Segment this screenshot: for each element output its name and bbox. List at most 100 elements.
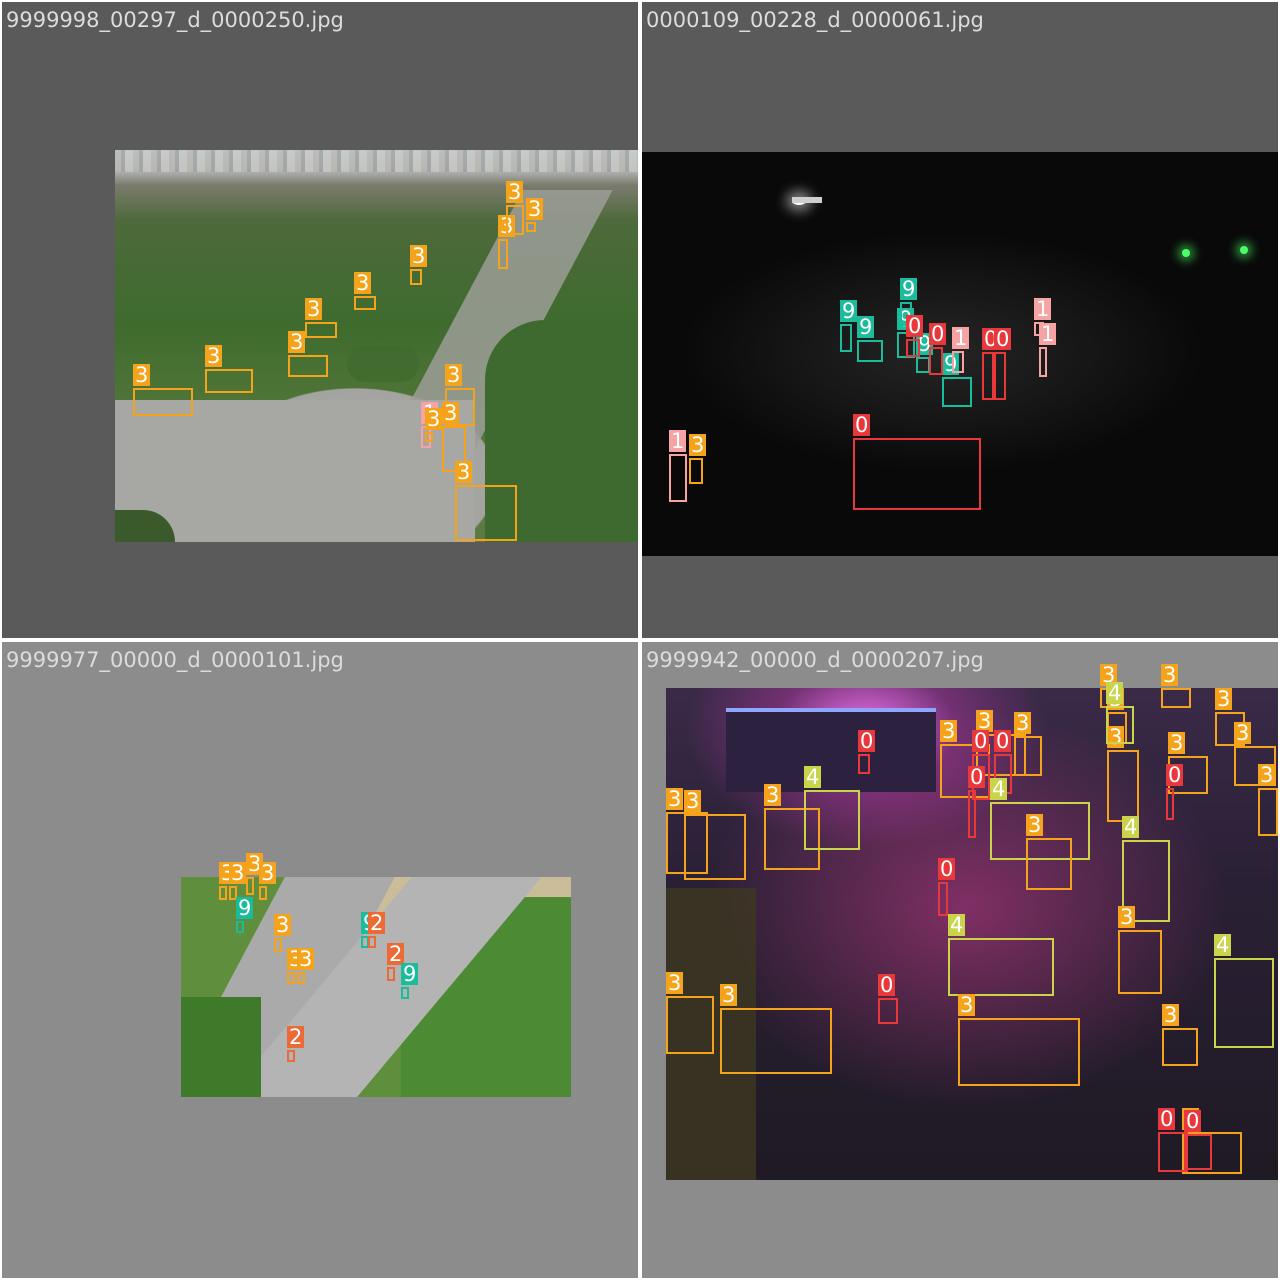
detection-class-label: 3 <box>1161 663 1179 687</box>
detection-box <box>840 324 852 352</box>
detection-box <box>526 222 536 232</box>
detection-box <box>689 458 703 484</box>
detection-class-label: 0 <box>972 729 990 753</box>
detection-class-label: 3 <box>506 180 524 204</box>
detection-box <box>1107 750 1139 822</box>
detection-class-label: 3 <box>1168 731 1186 755</box>
detection-box <box>246 877 254 895</box>
tile-filename: 9999998_00297_d_0000250.jpg <box>6 8 344 32</box>
detection-class-label: 2 <box>387 942 405 966</box>
detection-box <box>858 754 870 774</box>
detection-class-label: 3 <box>1118 905 1136 929</box>
detection-class-label: 0 <box>1158 1107 1176 1131</box>
detection-class-label: 3 <box>1215 687 1233 711</box>
detection-box <box>684 814 746 880</box>
detection-box <box>274 938 282 952</box>
detection-box <box>878 998 898 1024</box>
detection-class-label: 9 <box>900 277 918 301</box>
detection-class-label: 3 <box>205 344 223 368</box>
detection-box <box>948 938 1054 996</box>
detection-class-label: 9 <box>840 299 858 323</box>
detection-box <box>669 454 687 502</box>
detection-class-label: 9 <box>857 315 875 339</box>
detection-box <box>297 972 305 984</box>
detection-class-label: 0 <box>929 322 947 346</box>
detection-class-label: 3 <box>720 983 738 1007</box>
detection-class-label: 2 <box>287 1025 305 1049</box>
detection-box <box>287 1050 295 1062</box>
detection-box <box>1184 1134 1212 1170</box>
detection-box <box>1039 347 1047 377</box>
detection-class-label: 3 <box>689 433 707 457</box>
detection-class-label: 3 <box>229 861 247 885</box>
detection-box <box>906 339 920 357</box>
detection-box <box>1118 930 1162 994</box>
detection-box <box>1161 688 1191 708</box>
mosaic-tile-2: 0000109_00228_d_0000061.jpg 999999001001… <box>642 2 1278 638</box>
tile-filename: 0000109_00228_d_0000061.jpg <box>646 8 984 32</box>
detection-box <box>942 377 972 407</box>
detection-class-label: 1 <box>952 326 970 350</box>
detection-layer: 9999990010011130 <box>642 2 1278 638</box>
detection-box <box>968 790 976 838</box>
detection-class-label: 3 <box>288 330 306 354</box>
detection-class-label: 3 <box>684 789 702 813</box>
detection-box <box>929 347 943 375</box>
detection-class-label: 3 <box>297 947 315 971</box>
detection-class-label: 0 <box>1184 1109 1202 1133</box>
detection-box <box>1258 788 1278 836</box>
detection-box <box>1162 1028 1198 1066</box>
detection-box <box>305 322 337 338</box>
detection-class-label: 3 <box>445 363 463 387</box>
detection-box <box>857 340 883 362</box>
detection-class-label: 2 <box>368 911 386 935</box>
detection-box <box>916 357 930 373</box>
detection-class-label: 3 <box>666 787 684 811</box>
detection-class-label: 4 <box>948 913 966 937</box>
detection-class-label: 3 <box>1014 711 1032 735</box>
detection-box <box>938 882 948 916</box>
mosaic-tile-1: 9999998_00297_d_0000250.jpg 333333333333… <box>2 2 638 638</box>
detection-class-label: 1 <box>669 429 687 453</box>
detection-box <box>982 352 994 400</box>
detection-class-label: 9 <box>236 896 254 920</box>
tile-filename: 9999942_00000_d_0000207.jpg <box>646 648 984 672</box>
detection-box <box>1026 838 1072 890</box>
detection-class-label: 0 <box>853 413 871 437</box>
detection-box <box>288 355 328 377</box>
detection-box <box>287 972 295 984</box>
detection-class-label: 4 <box>804 765 822 789</box>
detection-box <box>720 1008 832 1074</box>
detection-class-label: 0 <box>906 314 924 338</box>
mosaic-tile-4: 9999942_00000_d_0000207.jpg 333333333303… <box>642 642 1278 1278</box>
detection-class-label: 4 <box>990 777 1008 801</box>
detection-box <box>410 269 422 285</box>
detection-class-label: 3 <box>1234 721 1252 745</box>
detection-box <box>804 790 860 850</box>
detection-box <box>1106 706 1134 744</box>
detection-class-label: 0 <box>858 729 876 753</box>
detection-box <box>958 1018 1080 1086</box>
detection-box <box>354 296 376 310</box>
detection-class-label: 3 <box>274 913 292 937</box>
detection-class-label: 3 <box>526 197 544 221</box>
detection-box <box>994 352 1006 400</box>
detection-class-label: 3 <box>666 971 684 995</box>
detection-class-label: 1 <box>1039 322 1057 346</box>
detection-box <box>1214 958 1274 1048</box>
tile-filename: 9999977_00000_d_0000101.jpg <box>6 648 344 672</box>
detection-box <box>133 388 193 416</box>
detection-box <box>259 886 267 900</box>
detection-box <box>1014 736 1042 776</box>
detection-class-label: 4 <box>1214 933 1232 957</box>
detection-class-label: 1 <box>1034 297 1052 321</box>
detection-box <box>368 936 376 948</box>
detection-layer: 3333933392292 <box>2 642 638 1278</box>
detection-class-label: 4 <box>1106 681 1124 705</box>
detection-box <box>506 205 524 235</box>
detection-class-label: 9 <box>401 962 419 986</box>
detection-class-label: 3 <box>455 460 473 484</box>
detection-box <box>219 886 227 900</box>
detection-class-label: 3 <box>940 719 958 743</box>
detection-class-label: 3 <box>442 401 460 425</box>
